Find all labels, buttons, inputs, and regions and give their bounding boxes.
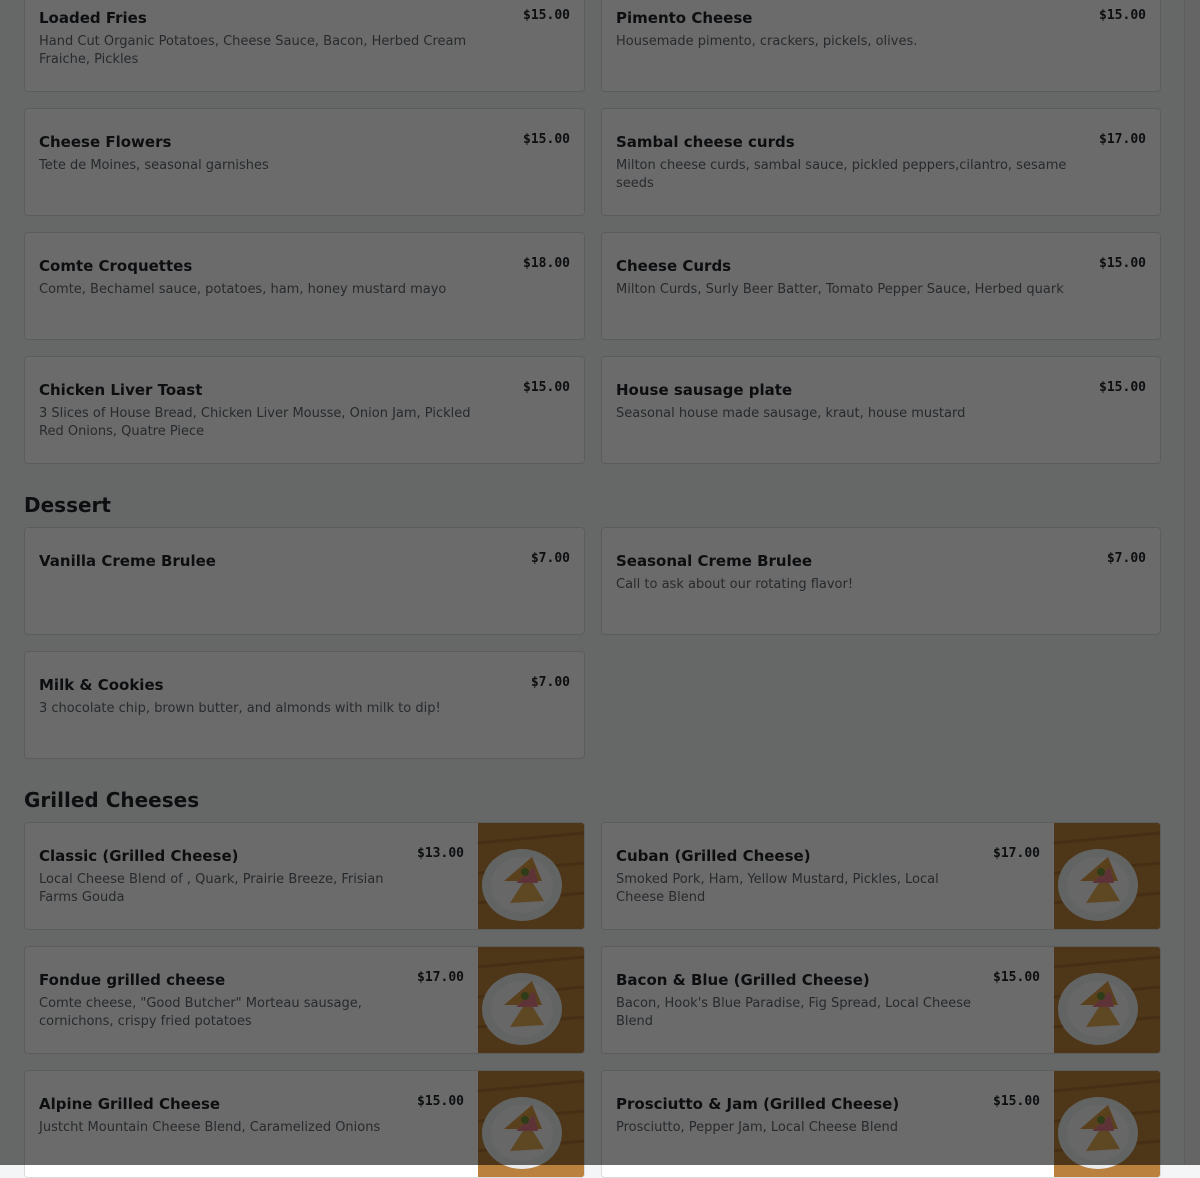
- food-photo[interactable]: [477, 947, 584, 1053]
- item-name: Cheese Flowers: [39, 133, 172, 151]
- item-description: Smoked Pork, Ham, Yellow Mustard, Pickle…: [616, 872, 939, 905]
- item-name: Chicken Liver Toast: [39, 381, 203, 399]
- item-name: Pimento Cheese: [616, 9, 753, 27]
- menu-page: Loaded Fries $15.00 Hand Cut Organic Pot…: [0, 0, 1185, 1178]
- vertical-scrollbar[interactable]: [1184, 0, 1200, 1165]
- item-price: $17.00: [417, 970, 464, 985]
- item-description: Prosciutto, Pepper Jam, Local Cheese Ble…: [616, 1120, 898, 1135]
- item-price: $7.00: [1106, 551, 1146, 566]
- item-description: 3 chocolate chip, brown butter, and almo…: [39, 701, 441, 716]
- food-photo[interactable]: [477, 823, 584, 929]
- grilled-cheese-photo-icon: [1053, 823, 1160, 929]
- item-price: $18.00: [523, 256, 570, 271]
- item-name: House sausage plate: [616, 381, 793, 399]
- item-price: $15.00: [1099, 256, 1146, 271]
- menu-item-card[interactable]: Classic (Grilled Cheese) $13.00 Local Ch…: [24, 822, 585, 930]
- food-photo[interactable]: [1053, 1071, 1160, 1177]
- grilled-cheese-photo-icon: [1053, 947, 1160, 1053]
- item-name: Sambal cheese curds: [616, 133, 795, 151]
- item-name: Cuban (Grilled Cheese): [616, 847, 811, 865]
- item-price: $13.00: [417, 846, 464, 861]
- item-price: $15.00: [993, 970, 1040, 985]
- item-name: Cheese Curds: [616, 257, 732, 275]
- item-name: Classic (Grilled Cheese): [39, 847, 239, 865]
- grilled-cheese-photo-icon: [477, 823, 584, 929]
- item-price: $17.00: [1099, 132, 1146, 147]
- item-price: $15.00: [417, 1094, 464, 1109]
- item-price: $15.00: [993, 1094, 1040, 1109]
- menu-item-card[interactable]: Fondue grilled cheese $17.00 Comte chees…: [24, 946, 585, 1054]
- item-description: Comte, Bechamel sauce, potatoes, ham, ho…: [39, 282, 447, 297]
- menu-item-card[interactable]: Loaded Fries $15.00 Hand Cut Organic Pot…: [24, 0, 585, 92]
- menu-item-card[interactable]: Chicken Liver Toast $15.00 3 Slices of H…: [24, 356, 585, 464]
- section-title-dessert: Dessert: [24, 493, 111, 517]
- menu-item-card[interactable]: House sausage plate $15.00 Seasonal hous…: [601, 356, 1161, 464]
- menu-item-card[interactable]: Cuban (Grilled Cheese) $17.00 Smoked Por…: [601, 822, 1161, 930]
- item-name: Seasonal Creme Brulee: [616, 552, 813, 570]
- item-description: 3 Slices of House Bread, Chicken Liver M…: [39, 406, 471, 439]
- food-photo[interactable]: [1053, 947, 1160, 1053]
- item-description: Call to ask about our rotating flavor!: [616, 577, 854, 592]
- item-description: Tete de Moines, seasonal garnishes: [39, 158, 269, 173]
- item-description: Bacon, Hook's Blue Paradise, Fig Spread,…: [616, 996, 971, 1029]
- item-description: Milton Curds, Surly Beer Batter, Tomato …: [616, 282, 1064, 297]
- item-price: $15.00: [1099, 8, 1146, 23]
- menu-item-card[interactable]: Bacon & Blue (Grilled Cheese) $15.00 Bac…: [601, 946, 1161, 1054]
- item-price: $15.00: [523, 380, 570, 395]
- menu-item-card[interactable]: Cheese Flowers $15.00 Tete de Moines, se…: [24, 108, 585, 216]
- item-name: Prosciutto & Jam (Grilled Cheese): [616, 1095, 900, 1113]
- menu-item-card[interactable]: Alpine Grilled Cheese $15.00 Justcht Mou…: [24, 1070, 585, 1178]
- item-description: Local Cheese Blend of , Quark, Prairie B…: [39, 872, 384, 905]
- item-price: $15.00: [523, 132, 570, 147]
- menu-item-card[interactable]: Sambal cheese curds $17.00 Milton cheese…: [601, 108, 1161, 216]
- food-photo[interactable]: [477, 1071, 584, 1177]
- food-photo[interactable]: [1053, 823, 1160, 929]
- item-price: $7.00: [530, 551, 570, 566]
- item-price: $7.00: [530, 675, 570, 690]
- item-name: Alpine Grilled Cheese: [39, 1095, 221, 1113]
- item-description: Housemade pimento, crackers, pickels, ol…: [616, 34, 918, 49]
- item-price: $15.00: [523, 8, 570, 23]
- menu-item-card[interactable]: Comte Croquettes $18.00 Comte, Bechamel …: [24, 232, 585, 340]
- item-description: Seasonal house made sausage, kraut, hous…: [616, 406, 966, 421]
- item-description: Comte cheese, "Good Butcher" Morteau sau…: [39, 996, 362, 1029]
- grilled-cheese-photo-icon: [477, 947, 584, 1053]
- item-description: Justcht Mountain Cheese Blend, Carameliz…: [39, 1120, 381, 1135]
- item-price: $17.00: [993, 846, 1040, 861]
- menu-item-card[interactable]: Pimento Cheese $15.00 Housemade pimento,…: [601, 0, 1161, 92]
- menu-item-card[interactable]: Cheese Curds $15.00 Milton Curds, Surly …: [601, 232, 1161, 340]
- item-name: Milk & Cookies: [39, 676, 164, 694]
- menu-item-card[interactable]: Prosciutto & Jam (Grilled Cheese) $15.00…: [601, 1070, 1161, 1178]
- menu-item-card[interactable]: Milk & Cookies $7.00 3 chocolate chip, b…: [24, 651, 585, 759]
- item-name: Fondue grilled cheese: [39, 971, 226, 989]
- menu-item-card[interactable]: Seasonal Creme Brulee $7.00 Call to ask …: [601, 527, 1161, 635]
- grilled-cheese-photo-icon: [1053, 1071, 1160, 1177]
- item-name: Comte Croquettes: [39, 257, 193, 275]
- item-description: Milton cheese curds, sambal sauce, pickl…: [616, 158, 1067, 191]
- item-price: $15.00: [1099, 380, 1146, 395]
- item-description: Hand Cut Organic Potatoes, Cheese Sauce,…: [39, 34, 467, 67]
- menu-item-card[interactable]: Vanilla Creme Brulee $7.00: [24, 527, 585, 635]
- item-name: Vanilla Creme Brulee: [39, 552, 216, 570]
- section-title-grilled-cheeses: Grilled Cheeses: [24, 788, 200, 812]
- item-name: Loaded Fries: [39, 9, 147, 27]
- grilled-cheese-photo-icon: [477, 1071, 584, 1177]
- item-name: Bacon & Blue (Grilled Cheese): [616, 971, 870, 989]
